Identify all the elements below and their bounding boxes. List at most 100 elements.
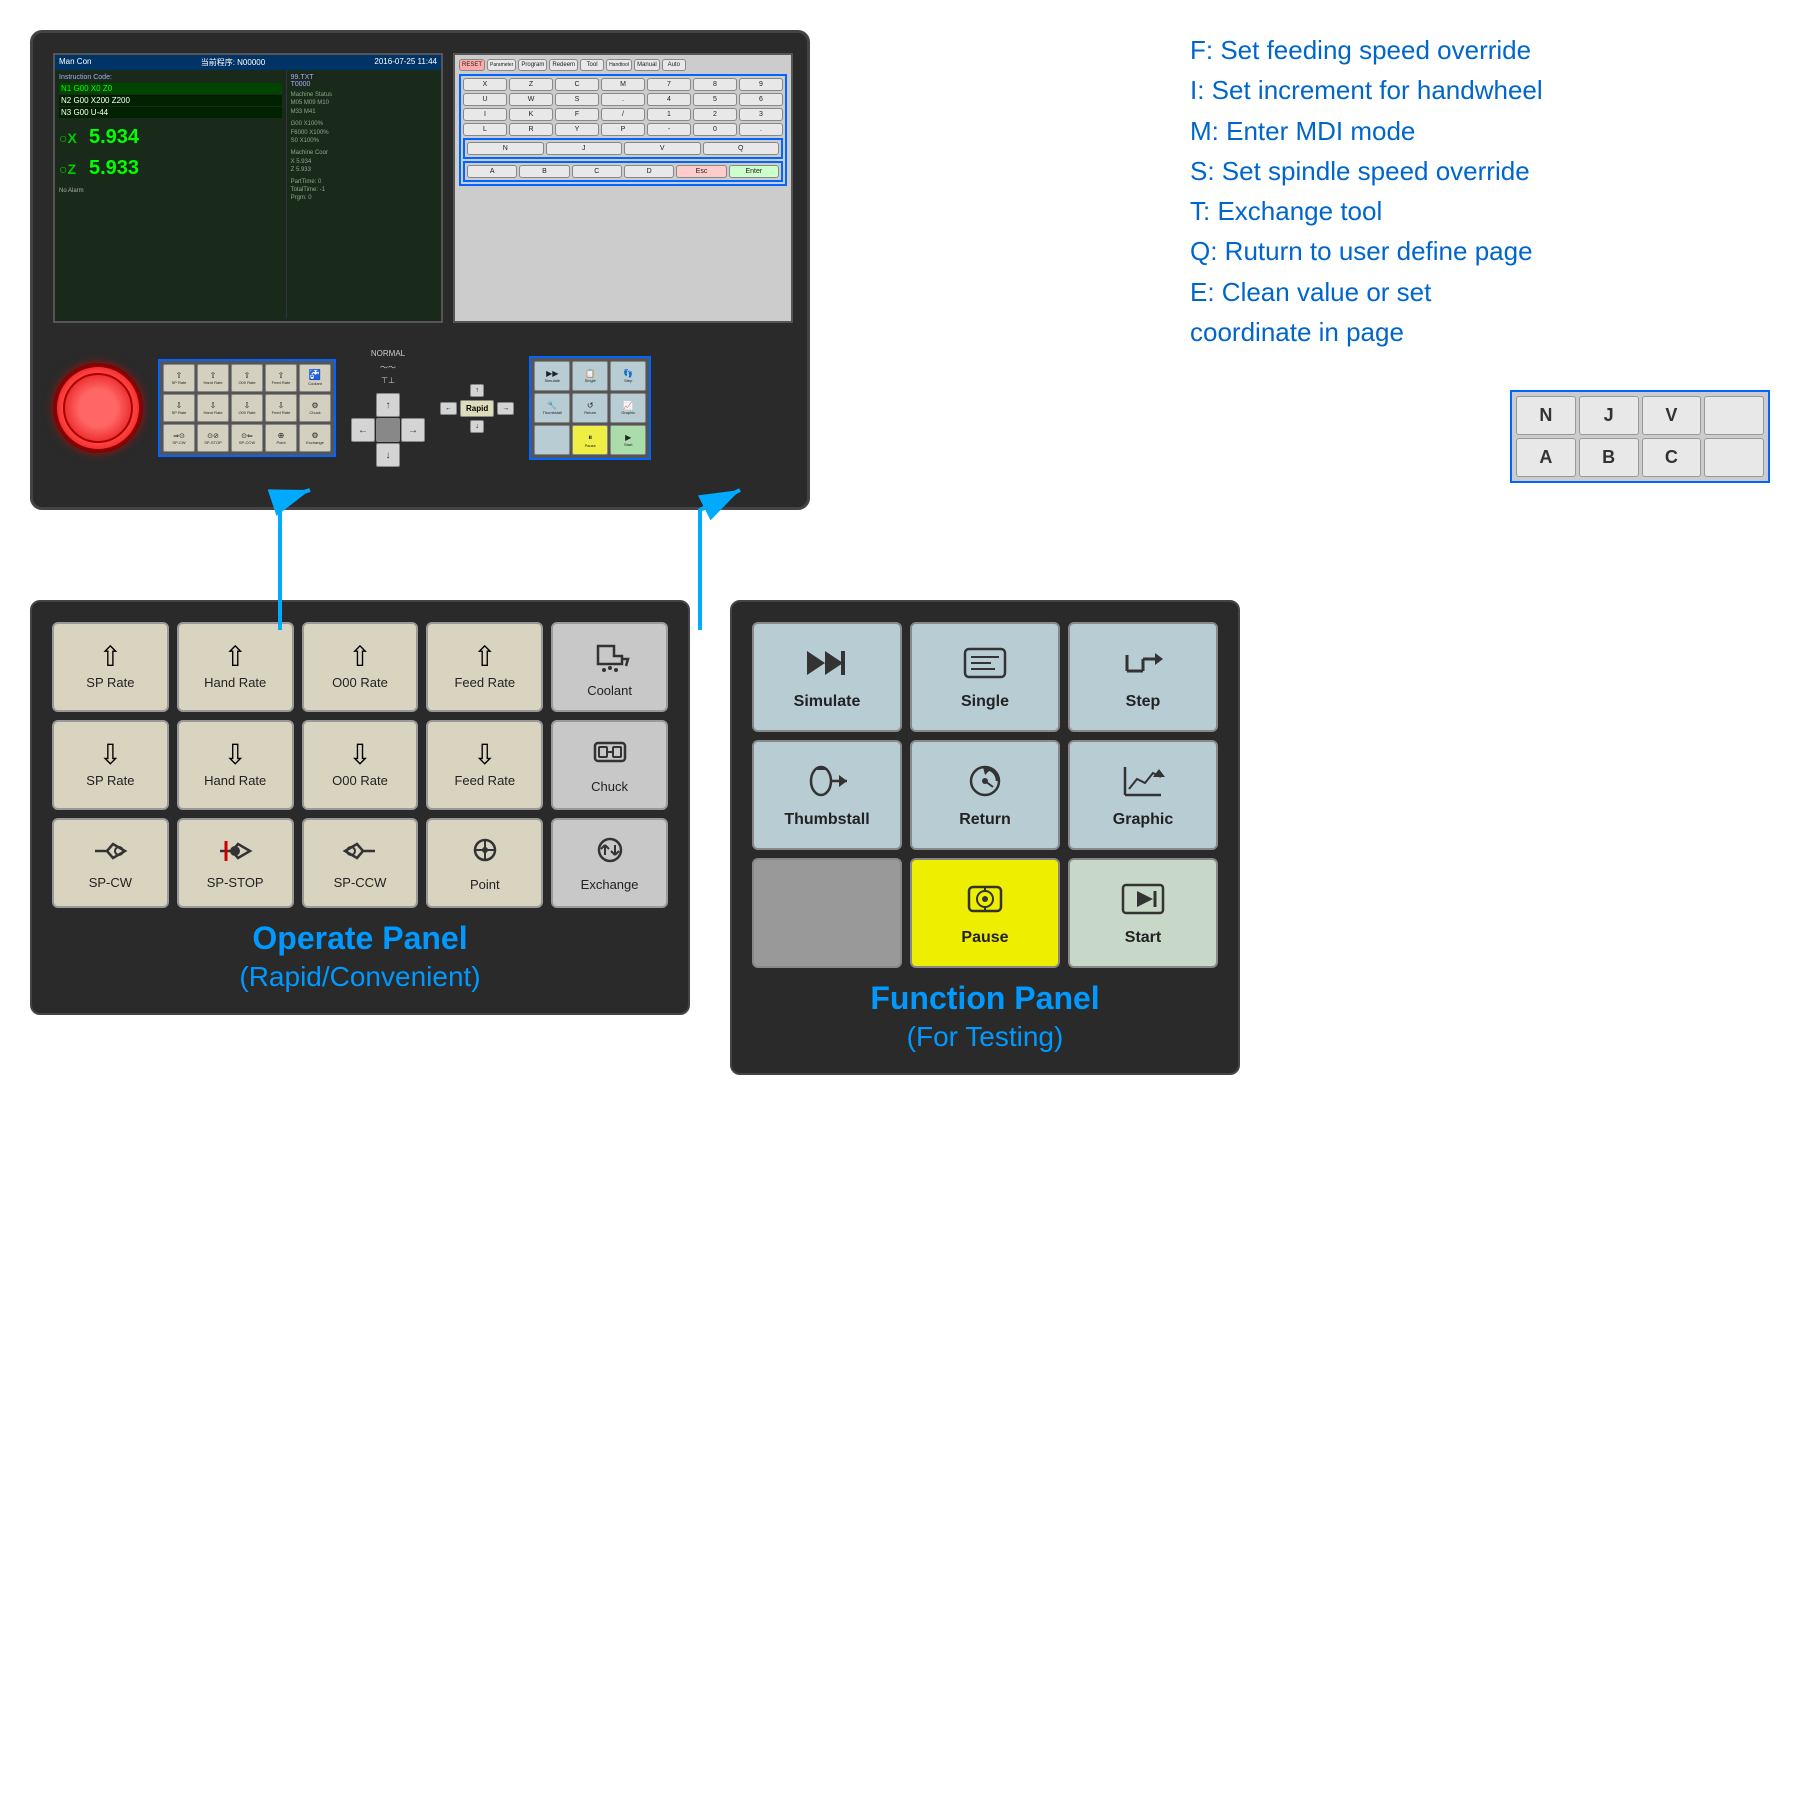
emergency-stop-button[interactable] [53, 363, 143, 453]
func-thumbstall-sm[interactable]: 🔧Thumbstall [534, 393, 570, 423]
func-simulate-sm[interactable]: ▶▶Simulate [534, 361, 570, 391]
key-z[interactable]: Z [509, 78, 553, 91]
rapid-down-btn[interactable]: ↓ [470, 420, 484, 433]
func-single-sm[interactable]: 📋Single [572, 361, 608, 391]
op-hand-rate-up[interactable]: ⇧ Hand Rate [177, 622, 294, 712]
key-6[interactable]: 6 [739, 93, 783, 106]
func-pause[interactable]: Pause [910, 858, 1060, 968]
program-btn[interactable]: Program [518, 59, 547, 71]
detail-key-c[interactable]: C [1642, 438, 1702, 477]
key-b[interactable]: B [519, 165, 569, 178]
op-o00-rate-up-sm[interactable]: ⇧O00 Rate [231, 364, 263, 392]
key-f[interactable]: F [555, 108, 599, 121]
op-sp-rate-dn-sm[interactable]: ⇩SP Rate [163, 394, 195, 422]
key-r[interactable]: R [509, 123, 553, 136]
key-v[interactable]: V [624, 142, 701, 155]
op-chuck[interactable]: Chuck [551, 720, 668, 810]
func-return[interactable]: Return [910, 740, 1060, 850]
key-slash[interactable]: / [601, 108, 645, 121]
key-c[interactable]: C [555, 78, 599, 91]
op-coolant[interactable]: Coolant [551, 622, 668, 712]
op-spccw[interactable]: SP-CCW [302, 818, 419, 908]
key-3[interactable]: 3 [739, 108, 783, 121]
op-o00-rate-dn-sm[interactable]: ⇩O00 Rate [231, 394, 263, 422]
op-sp-rate-up-sm[interactable]: ⇧SP Rate [163, 364, 195, 392]
op-hand-rate-up-sm[interactable]: ⇧Hand Rate [197, 364, 229, 392]
key-2[interactable]: 2 [693, 108, 737, 121]
manual-btn[interactable]: Manual [634, 59, 660, 71]
func-step-sm[interactable]: 👣Step [610, 361, 646, 391]
arrow-down-btn[interactable]: ↓ [376, 443, 400, 467]
key-dot-2[interactable]: . [739, 123, 783, 136]
op-chuck-sm[interactable]: ⚙Chuck [299, 394, 331, 422]
detail-key-a[interactable]: A [1516, 438, 1576, 477]
detail-key-v[interactable]: V [1642, 396, 1702, 435]
key-a[interactable]: A [467, 165, 517, 178]
key-c-key[interactable]: C [572, 165, 622, 178]
func-thumbstall[interactable]: Thumbstall [752, 740, 902, 850]
key-q[interactable]: Q [703, 142, 780, 155]
func-step[interactable]: Step [1068, 622, 1218, 732]
op-sp-rate-up[interactable]: ⇧ SP Rate [52, 622, 169, 712]
arrow-left-btn[interactable]: ← [351, 418, 375, 442]
op-point[interactable]: Point [426, 818, 543, 908]
op-feed-rate-dn[interactable]: ⇩ Feed Rate [426, 720, 543, 810]
op-exchange[interactable]: Exchange [551, 818, 668, 908]
auto-btn[interactable]: Auto [662, 59, 686, 71]
key-x[interactable]: X [463, 78, 507, 91]
op-spcw[interactable]: SP-CW [52, 818, 169, 908]
key-enter[interactable]: Enter [729, 165, 779, 178]
detail-key-b[interactable]: B [1579, 438, 1639, 477]
handtool-btn[interactable]: Handtool [606, 59, 632, 71]
key-m[interactable]: M [601, 78, 645, 91]
arrow-right-btn[interactable]: → [401, 418, 425, 442]
rapid-left-btn[interactable]: ← [440, 402, 457, 415]
op-coolant-sm[interactable]: 🚰Coolant [299, 364, 331, 392]
key-0[interactable]: 0 [693, 123, 737, 136]
op-spstop[interactable]: SP-STOP [177, 818, 294, 908]
key-s[interactable]: S [555, 93, 599, 106]
key-p[interactable]: P [601, 123, 645, 136]
key-n[interactable]: N [467, 142, 544, 155]
detail-key-n[interactable]: N [1516, 396, 1576, 435]
redeem-btn[interactable]: Redeem [549, 59, 578, 71]
key-4[interactable]: 4 [647, 93, 691, 106]
op-spccw-sm[interactable]: ⊙⇐SP-CCW [231, 424, 263, 452]
func-pause-sm[interactable]: ⏸Pause [572, 425, 608, 455]
key-esc[interactable]: Esc [676, 165, 726, 178]
key-7[interactable]: 7 [647, 78, 691, 91]
key-l[interactable]: L [463, 123, 507, 136]
key-j[interactable]: J [546, 142, 623, 155]
op-feed-rate-dn-sm[interactable]: ⇩Feed Rate [265, 394, 297, 422]
op-hand-rate-dn[interactable]: ⇩ Hand Rate [177, 720, 294, 810]
rapid-up-btn[interactable]: ↑ [470, 384, 484, 397]
key-minus[interactable]: - [647, 123, 691, 136]
key-9[interactable]: 9 [739, 78, 783, 91]
reset-btn[interactable]: RESET [459, 59, 485, 71]
func-start-sm[interactable]: ▶Start [610, 425, 646, 455]
key-5[interactable]: 5 [693, 93, 737, 106]
op-o00-rate-dn[interactable]: ⇩ O00 Rate [302, 720, 419, 810]
op-spstop-sm[interactable]: ⊙⊘SP-STOP [197, 424, 229, 452]
op-sp-rate-dn[interactable]: ⇩ SP Rate [52, 720, 169, 810]
key-y[interactable]: Y [555, 123, 599, 136]
key-d[interactable]: D [624, 165, 674, 178]
func-graphic-sm[interactable]: 📈Graphic [610, 393, 646, 423]
op-hand-rate-dn-sm[interactable]: ⇩Hand Rate [197, 394, 229, 422]
key-w[interactable]: W [509, 93, 553, 106]
key-k[interactable]: K [509, 108, 553, 121]
key-1[interactable]: 1 [647, 108, 691, 121]
func-simulate[interactable]: Simulate [752, 622, 902, 732]
op-feed-rate-up-sm[interactable]: ⇧Feed Rate [265, 364, 297, 392]
rapid-right-btn[interactable]: → [497, 402, 514, 415]
op-exchange-sm[interactable]: ⚙Exchange [299, 424, 331, 452]
arrow-up-btn[interactable]: ↑ [376, 393, 400, 417]
func-graphic[interactable]: Graphic [1068, 740, 1218, 850]
tool-btn[interactable]: Tool [580, 59, 604, 71]
parameter-btn[interactable]: Parameter [487, 59, 516, 71]
key-dot-1[interactable]: . [601, 93, 645, 106]
op-o00-rate-up[interactable]: ⇧ O00 Rate [302, 622, 419, 712]
func-single[interactable]: Single [910, 622, 1060, 732]
func-start[interactable]: Start [1068, 858, 1218, 968]
detail-key-j[interactable]: J [1579, 396, 1639, 435]
